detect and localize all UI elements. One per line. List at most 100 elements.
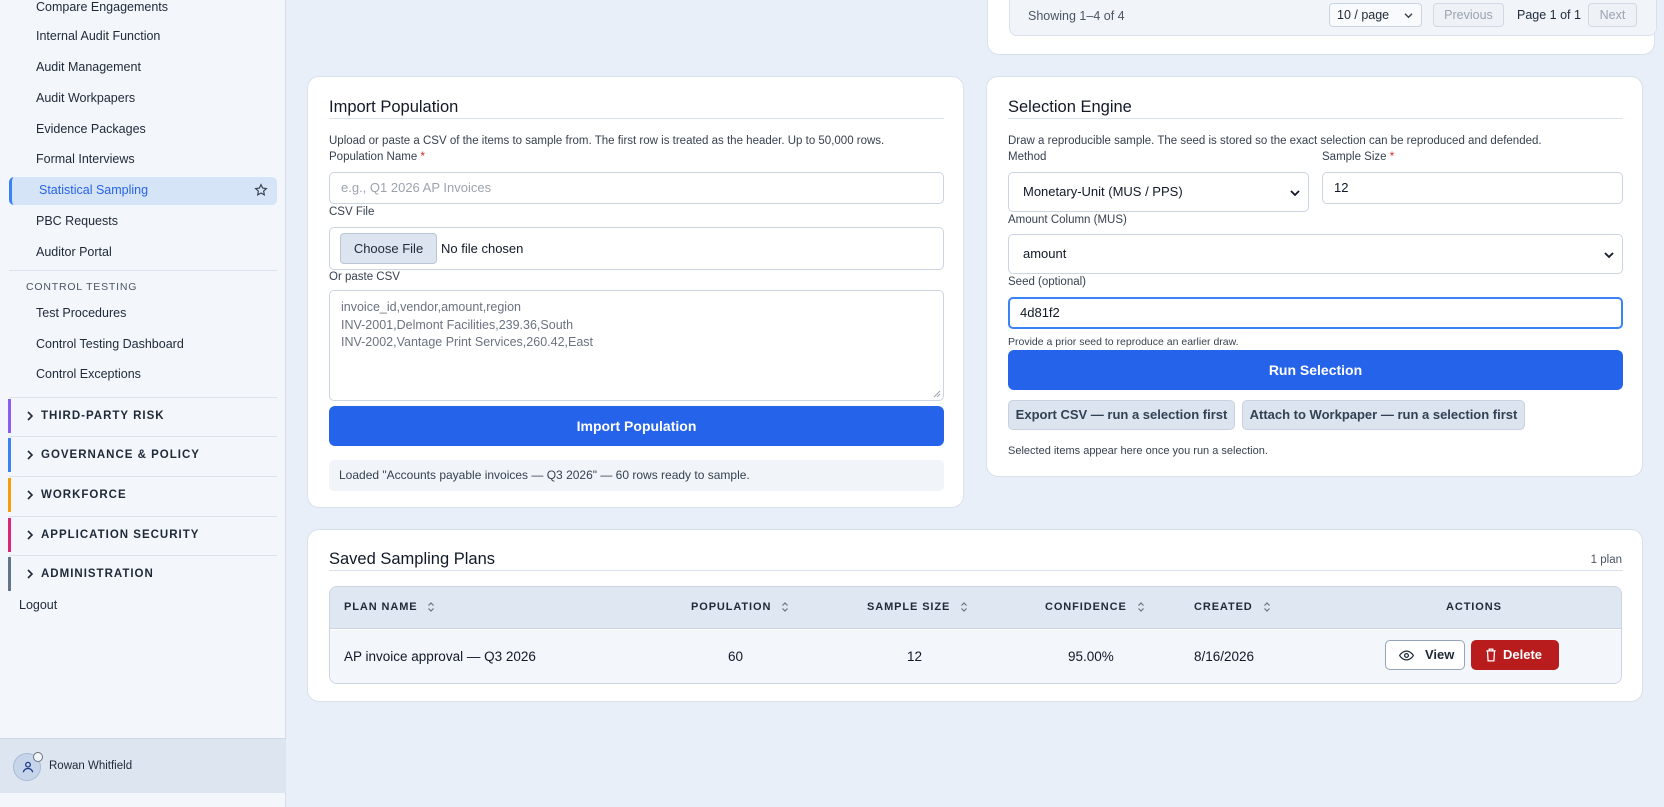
column-header-sample-size[interactable]: SAMPLE SIZE: [867, 601, 968, 613]
saved-plans-title: Saved Sampling Plans: [329, 550, 496, 568]
no-file-text: No file chosen: [441, 241, 524, 256]
amount-column-value: amount: [1023, 246, 1067, 261]
settings-badge-icon: [33, 752, 43, 762]
pagination-showing: Showing 1–4 of 4: [1028, 9, 1125, 23]
seed-hint: Provide a prior seed to reproduce an ear…: [1008, 336, 1239, 348]
previous-button[interactable]: Previous: [1433, 3, 1504, 27]
sidebar-item-pbc-requests[interactable]: PBC Requests: [36, 214, 118, 228]
sidebar-group-label: WORKFORCE: [41, 489, 127, 501]
column-header-actions: ACTIONS: [1446, 601, 1502, 613]
view-button[interactable]: View: [1385, 640, 1465, 670]
sidebar-item-label: Statistical Sampling: [39, 183, 149, 197]
next-button[interactable]: Next: [1588, 3, 1637, 27]
selection-engine-title: Selection Engine: [1008, 98, 1132, 116]
sidebar-item-test-procedures[interactable]: Test Procedures: [36, 306, 126, 320]
paste-csv-line: INV-2002,Vantage Print Services,260.42,E…: [341, 335, 594, 349]
required-mark: *: [420, 151, 425, 163]
column-header-label: SAMPLE SIZE: [867, 601, 951, 613]
method-select[interactable]: Monetary-Unit (MUS / PPS): [1008, 172, 1309, 212]
sidebar-item-auditor-portal[interactable]: Auditor Portal: [36, 245, 112, 259]
sidebar-item-control-exceptions[interactable]: Control Exceptions: [36, 367, 141, 381]
population-name-input[interactable]: e.g., Q1 2026 AP Invoices: [329, 172, 944, 204]
sample-size-label-text: Sample Size: [1322, 151, 1387, 163]
seed-label: Seed (optional): [1008, 276, 1086, 288]
user-profile[interactable]: Rowan Whitfield: [0, 738, 286, 793]
selection-engine-card: Selection Engine Draw a reproducible sam…: [986, 76, 1643, 477]
chevron-right-icon: [27, 530, 34, 540]
cell-plan-name: AP invoice approval — Q3 2026: [344, 649, 536, 664]
sidebar-item-evidence-packages[interactable]: Evidence Packages: [36, 122, 146, 136]
page-size-select[interactable]: 10 / page: [1329, 3, 1422, 27]
sidebar-item-compare-engagements[interactable]: Compare Engagements: [36, 0, 168, 14]
method-value: Monetary-Unit (MUS / PPS): [1023, 184, 1183, 199]
cell-created: 8/16/2026: [1194, 649, 1255, 664]
required-mark: *: [1389, 151, 1395, 163]
chevron-right-icon: [27, 411, 34, 421]
resize-handle-icon[interactable]: [933, 390, 941, 398]
star-icon[interactable]: [254, 183, 268, 197]
logout-link[interactable]: Logout: [19, 598, 57, 612]
sidebar-group-application-security[interactable]: APPLICATION SECURITY: [8, 518, 277, 552]
sidebar-group-label: ADMINISTRATION: [41, 568, 154, 580]
column-header-confidence[interactable]: CONFIDENCE: [1045, 601, 1145, 613]
run-selection-button[interactable]: Run Selection: [1008, 350, 1623, 390]
delete-button[interactable]: Delete: [1471, 640, 1559, 670]
chevron-right-icon: [27, 450, 34, 460]
amount-column-label: Amount Column (MUS): [1008, 214, 1127, 226]
export-csv-button[interactable]: Export CSV — run a selection first: [1008, 400, 1235, 430]
sidebar-group-third-party-risk[interactable]: THIRD-PARTY RISK: [8, 399, 277, 433]
sidebar-group-governance-policy[interactable]: GOVERNANCE & POLICY: [8, 438, 277, 472]
sample-size-input[interactable]: 12: [1322, 172, 1623, 204]
sidebar-section-heading: CONTROL TESTING: [26, 281, 138, 293]
sidebar-divider: [9, 555, 277, 556]
sidebar-item-audit-workpapers[interactable]: Audit Workpapers: [36, 91, 135, 105]
import-status-message: Loaded "Accounts payable invoices — Q3 2…: [329, 460, 944, 491]
sort-icon: [1137, 602, 1144, 612]
seed-input[interactable]: 4d81f2: [1008, 297, 1623, 329]
title-divider: [1008, 118, 1623, 119]
sidebar-item-formal-interviews[interactable]: Formal Interviews: [36, 152, 135, 166]
column-header-label: POPULATION: [691, 601, 772, 613]
sidebar-divider: [9, 516, 277, 517]
sidebar-item-internal-audit-function[interactable]: Internal Audit Function: [36, 29, 160, 43]
sidebar-group-administration[interactable]: ADMINISTRATION: [8, 557, 277, 591]
sidebar-divider: [9, 397, 277, 398]
paste-csv-textarea[interactable]: invoice_id,vendor,amount,region INV-2001,…: [329, 290, 944, 401]
column-header-plan-name[interactable]: PLAN NAME: [344, 601, 435, 613]
sidebar-group-workforce[interactable]: WORKFORCE: [8, 478, 277, 512]
sidebar-divider: [9, 270, 277, 271]
column-header-population[interactable]: POPULATION: [691, 601, 789, 613]
saved-plans-table: PLAN NAME POPULATION SAMPLE SIZE CONFIDE…: [329, 586, 1622, 684]
csv-file-input[interactable]: Choose File No file chosen: [329, 227, 944, 270]
sidebar-item-statistical-sampling[interactable]: Statistical Sampling: [9, 177, 277, 205]
selection-engine-description: Draw a reproducible sample. The seed is …: [1008, 135, 1542, 147]
title-divider: [329, 118, 944, 119]
sidebar-item-audit-management[interactable]: Audit Management: [36, 60, 141, 74]
population-name-label-text: Population Name: [329, 151, 418, 163]
import-population-button[interactable]: Import Population: [329, 406, 944, 446]
column-header-label: PLAN NAME: [344, 601, 418, 613]
paste-csv-placeholder: invoice_id,vendor,amount,region INV-2001,…: [341, 299, 593, 352]
cell-confidence: 95.00%: [1068, 649, 1114, 664]
chevron-down-icon: [1290, 190, 1300, 197]
choose-file-button[interactable]: Choose File: [340, 233, 437, 264]
sidebar-group-label: APPLICATION SECURITY: [41, 529, 200, 541]
trash-icon: [1486, 648, 1496, 662]
chevron-right-icon: [27, 569, 34, 579]
page-info: Page 1 of 1: [1517, 8, 1581, 22]
chevron-right-icon: [27, 490, 34, 500]
user-icon: [22, 761, 34, 773]
amount-column-select[interactable]: amount: [1008, 234, 1623, 274]
column-header-created[interactable]: CREATED: [1194, 601, 1271, 613]
page-size-value: 10 / page: [1337, 8, 1390, 22]
cell-population: 60: [728, 649, 744, 664]
population-name-label: Population Name *: [329, 151, 425, 163]
import-population-title: Import Population: [329, 98, 459, 116]
cell-sample-size: 12: [907, 649, 923, 664]
paste-csv-line: INV-2001,Delmont Facilities,239.36,South: [341, 317, 574, 332]
sidebar-item-control-testing-dashboard[interactable]: Control Testing Dashboard: [36, 337, 184, 351]
sample-size-label: Sample Size *: [1322, 151, 1394, 163]
selection-note: Selected items appear here once you run …: [1008, 445, 1268, 457]
attach-to-workpaper-button[interactable]: Attach to Workpaper — run a selection fi…: [1242, 400, 1525, 430]
column-header-label: CREATED: [1194, 601, 1253, 613]
